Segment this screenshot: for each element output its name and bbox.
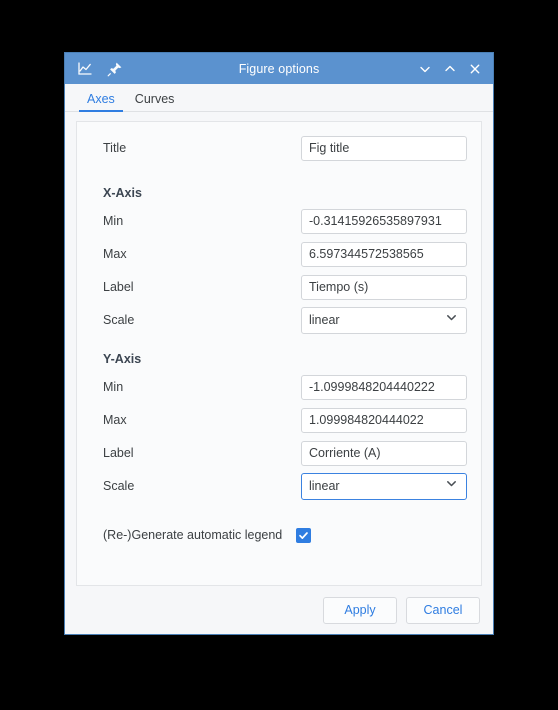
dialog-footer: Apply Cancel bbox=[65, 586, 493, 634]
figure-options-dialog: Figure options Axes Curves Title Fig tit… bbox=[64, 52, 494, 635]
row-x-scale: Scale linear bbox=[91, 304, 467, 336]
chevron-down-icon[interactable] bbox=[414, 58, 435, 79]
y-scale-select-wrap: linear bbox=[301, 472, 467, 500]
title-bar: Figure options bbox=[65, 53, 493, 84]
figure-chart-icon[interactable] bbox=[74, 58, 95, 79]
x-scale-label: Scale bbox=[103, 313, 135, 327]
apply-button[interactable]: Apply bbox=[323, 596, 397, 624]
y-min-control bbox=[301, 374, 467, 400]
tab-axes[interactable]: Axes bbox=[79, 92, 123, 112]
y-label-label: Label bbox=[103, 446, 134, 460]
row-regenerate-legend: (Re-)Generate automatic legend bbox=[91, 520, 467, 550]
row-x-min: Min bbox=[91, 205, 467, 237]
x-axis-heading: X-Axis bbox=[103, 186, 142, 200]
close-icon[interactable] bbox=[464, 58, 485, 79]
options-scroll-area[interactable]: Title X-Axis Min Max Label bbox=[76, 121, 482, 586]
pin-icon[interactable] bbox=[104, 58, 125, 79]
x-label-control bbox=[301, 274, 467, 300]
row-y-scale: Scale linear bbox=[91, 470, 467, 502]
title-control bbox=[301, 135, 467, 161]
title-input[interactable] bbox=[301, 135, 467, 161]
y-max-label: Max bbox=[103, 413, 127, 427]
row-y-min: Min bbox=[91, 371, 467, 403]
regenerate-legend-checkbox[interactable] bbox=[296, 527, 312, 543]
row-x-max: Max bbox=[91, 238, 467, 270]
x-label-input[interactable] bbox=[301, 274, 467, 300]
x-min-control bbox=[301, 208, 467, 234]
regenerate-legend-label: (Re-)Generate automatic legend bbox=[103, 528, 283, 542]
y-scale-select[interactable]: linear bbox=[301, 472, 467, 500]
title-label: Title bbox=[103, 141, 127, 155]
window-controls bbox=[414, 58, 493, 79]
x-max-label: Max bbox=[103, 247, 127, 261]
chevron-up-icon[interactable] bbox=[439, 58, 460, 79]
row-y-max: Max bbox=[91, 404, 467, 436]
title-bar-left-icons bbox=[65, 58, 125, 79]
x-max-control bbox=[301, 241, 467, 267]
x-scale-control: linear bbox=[301, 306, 467, 334]
y-axis-heading: Y-Axis bbox=[103, 352, 142, 366]
x-max-input[interactable] bbox=[301, 241, 467, 267]
axes-form: Title X-Axis Min Max Label bbox=[77, 122, 481, 558]
x-scale-select[interactable]: linear bbox=[301, 306, 467, 334]
y-label-control bbox=[301, 440, 467, 466]
x-min-label: Min bbox=[103, 214, 124, 228]
y-max-control bbox=[301, 407, 467, 433]
x-label-label: Label bbox=[103, 280, 134, 294]
x-min-input[interactable] bbox=[301, 208, 467, 234]
x-scale-select-wrap: linear bbox=[301, 306, 467, 334]
tab-curves[interactable]: Curves bbox=[127, 92, 183, 112]
y-scale-label: Scale bbox=[103, 479, 135, 493]
y-label-input[interactable] bbox=[301, 440, 467, 466]
y-scale-control: linear bbox=[301, 472, 467, 500]
row-x-label: Label bbox=[91, 271, 467, 303]
y-max-input[interactable] bbox=[301, 407, 467, 433]
row-title: Title bbox=[91, 132, 467, 164]
y-min-label: Min bbox=[103, 380, 124, 394]
y-min-input[interactable] bbox=[301, 374, 467, 400]
row-y-label: Label bbox=[91, 437, 467, 469]
tab-bar: Axes Curves bbox=[65, 84, 493, 112]
cancel-button[interactable]: Cancel bbox=[406, 596, 480, 624]
